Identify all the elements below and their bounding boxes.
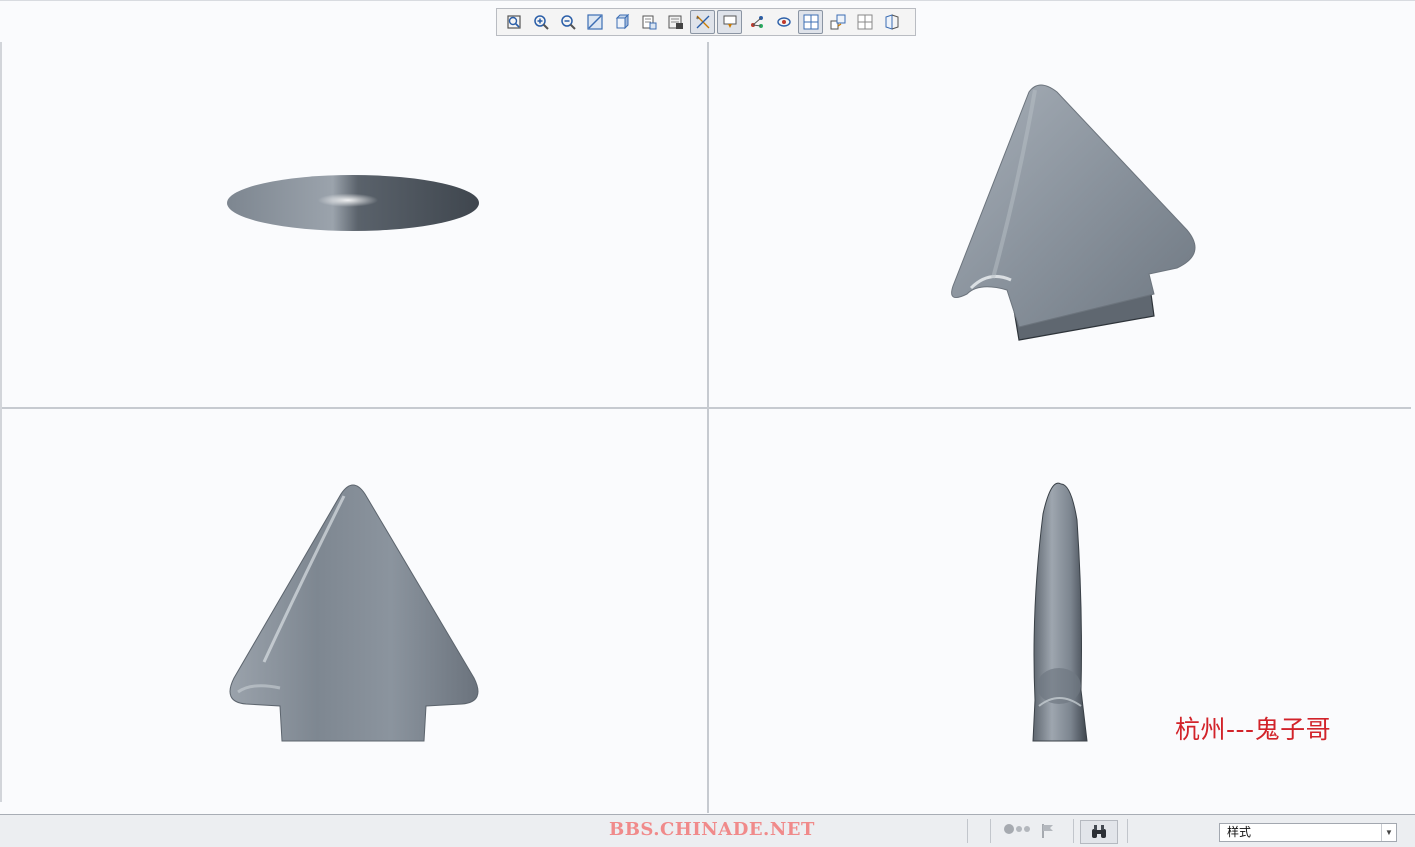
viewport-vertical-divider[interactable]	[707, 42, 709, 813]
spin-center-icon	[750, 16, 763, 28]
datum-display-icon: *	[696, 15, 709, 29]
section-view-button[interactable]	[879, 10, 904, 34]
top-border	[0, 0, 1415, 1]
status-separator	[1073, 819, 1074, 843]
model-top-view	[227, 175, 479, 231]
view-manager-icon	[668, 15, 683, 29]
viewport-front[interactable]	[2, 410, 707, 813]
view-normal-icon	[830, 14, 845, 30]
section-view-icon	[885, 14, 898, 30]
selection-filter-select[interactable]: 样式 ▼	[1219, 823, 1397, 842]
status-separator	[990, 819, 991, 843]
annotation-display-icon	[723, 15, 736, 28]
find-button[interactable]	[1080, 820, 1118, 844]
repaint-button[interactable]	[582, 10, 607, 34]
saved-views-icon	[642, 15, 656, 30]
site-watermark: BBS.CHINADE.NET	[609, 819, 815, 840]
model-front-view	[229, 484, 479, 742]
multi-viewport-icon	[803, 14, 818, 30]
zoom-out-button[interactable]	[555, 10, 580, 34]
orient-mode-icon	[776, 17, 791, 27]
viewport-left-border	[0, 42, 2, 802]
svg-text:*: *	[696, 16, 699, 23]
model-right-view	[1032, 482, 1088, 742]
viewport-horizontal-divider[interactable]	[2, 407, 1411, 409]
model-body	[951, 84, 1196, 328]
orient-mode-button[interactable]	[771, 10, 796, 34]
viewport-right[interactable]	[709, 410, 1413, 813]
model-isometric-view	[951, 84, 1196, 341]
annotation-display-button[interactable]	[717, 10, 742, 34]
flag-icon[interactable]	[1041, 823, 1055, 843]
status-bar: BBS.CHINADE.NET 样式 ▼	[0, 814, 1415, 847]
zoom-in-icon	[533, 15, 549, 30]
multi-viewport-button[interactable]	[798, 10, 823, 34]
chevron-down-icon[interactable]: ▼	[1381, 824, 1396, 841]
view-manager-button[interactable]	[663, 10, 688, 34]
status-separator	[967, 819, 968, 843]
display-style-icon	[615, 13, 629, 30]
selection-filter-value: 样式	[1227, 825, 1252, 839]
repaint-icon	[586, 14, 603, 30]
view-split-icon	[857, 14, 872, 30]
graphics-toolbar: *	[496, 8, 916, 36]
refit-icon	[506, 15, 521, 29]
viewport-top[interactable]	[2, 42, 707, 408]
view-normal-button[interactable]	[825, 10, 850, 34]
status-separator	[1127, 819, 1128, 843]
modeler-window: * 杭州---鬼子哥 BBS.CHINADE.NET 样式 ▼	[0, 0, 1415, 847]
saved-views-button[interactable]	[636, 10, 661, 34]
binoculars-icon	[1092, 825, 1106, 838]
model-body	[229, 484, 479, 742]
viewport-isometric[interactable]	[709, 42, 1413, 408]
zoom-in-button[interactable]	[528, 10, 553, 34]
display-style-button[interactable]	[609, 10, 634, 34]
zoom-out-icon	[560, 15, 576, 30]
author-watermark: 杭州---鬼子哥	[1175, 715, 1332, 744]
view-split-button[interactable]	[852, 10, 877, 34]
refit-button[interactable]	[501, 10, 526, 34]
spin-center-button[interactable]	[744, 10, 769, 34]
datum-display-button[interactable]: *	[690, 10, 715, 34]
regen-status-icon[interactable]	[1004, 824, 1030, 834]
